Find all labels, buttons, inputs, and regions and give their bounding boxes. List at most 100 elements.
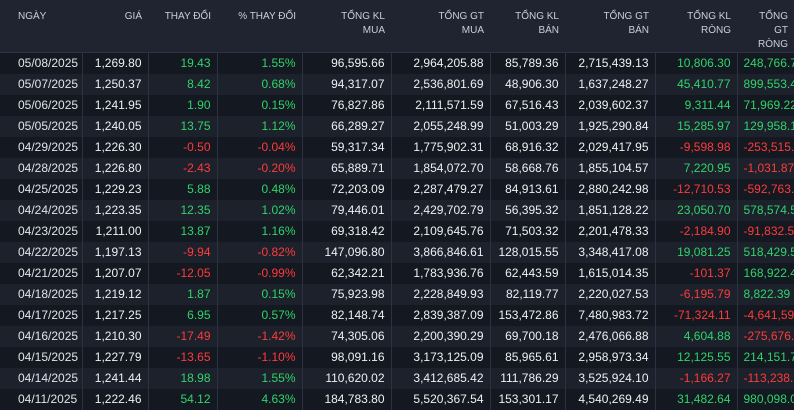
price-cell: 1,240.05 bbox=[82, 116, 148, 137]
net-volume-cell: 4,604.88 bbox=[655, 326, 737, 347]
net-volume-cell: 15,285.97 bbox=[655, 116, 737, 137]
sell-volume-cell: 67,516.43 bbox=[490, 95, 565, 116]
table-row[interactable]: 05/07/20251,250.378.420.68%94,317.072,53… bbox=[0, 74, 794, 95]
date-cell: 05/05/2025 bbox=[0, 116, 82, 137]
buy-volume-cell: 96,595.66 bbox=[302, 53, 391, 75]
date-cell: 04/24/2025 bbox=[0, 200, 82, 221]
price-cell: 1,250.37 bbox=[82, 74, 148, 95]
header-label: NGÀY bbox=[18, 11, 46, 22]
price-cell: 1,241.44 bbox=[82, 368, 148, 389]
net-value-cell: -91,832.57 bbox=[737, 221, 794, 242]
net-value-cell: 578,574.57 bbox=[737, 200, 794, 221]
table-row[interactable]: 04/21/20251,207.07-12.05-0.99%62,342.211… bbox=[0, 263, 794, 284]
buy-value-cell: 2,964,205.88 bbox=[391, 53, 490, 75]
column-header-sell-volume[interactable]: TỔNG KLBÁN bbox=[490, 0, 565, 53]
table-row[interactable]: 04/29/20251,226.30-0.50-0.04%59,317.341,… bbox=[0, 137, 794, 158]
header-sublabel: MUA bbox=[462, 25, 484, 36]
table-header-row: NGÀY GIÁ THAY ĐỔI % THAY ĐỔI TỔNG KLMUA … bbox=[0, 0, 794, 53]
net-value-cell: 899,553.42 bbox=[737, 74, 794, 95]
table-row[interactable]: 04/23/20251,211.0013.871.16%69,318.422,1… bbox=[0, 221, 794, 242]
pct-change-cell: 0.57% bbox=[217, 305, 302, 326]
sell-value-cell: 1,851,128.22 bbox=[565, 200, 655, 221]
net-volume-cell: -101.37 bbox=[655, 263, 737, 284]
column-header-change[interactable]: THAY ĐỔI bbox=[148, 0, 217, 53]
buy-value-cell: 2,287,479.27 bbox=[391, 179, 490, 200]
buy-volume-cell: 59,317.34 bbox=[302, 137, 391, 158]
date-cell: 04/16/2025 bbox=[0, 326, 82, 347]
table-row[interactable]: 04/15/20251,227.79-13.65-1.10%98,091.163… bbox=[0, 347, 794, 368]
net-value-cell: 8,822.39 bbox=[737, 284, 794, 305]
sell-value-cell: 2,958,973.34 bbox=[565, 347, 655, 368]
column-header-sell-value[interactable]: TỔNG GTBÁN bbox=[565, 0, 655, 53]
header-label: THAY ĐỔI bbox=[165, 11, 211, 22]
sell-value-cell: 3,348,417.08 bbox=[565, 242, 655, 263]
net-volume-cell: -12,710.53 bbox=[655, 179, 737, 200]
change-cell: 1.90 bbox=[148, 95, 217, 116]
table-row[interactable]: 04/16/20251,210.30-17.49-1.42%74,305.062… bbox=[0, 326, 794, 347]
pct-change-cell: -1.42% bbox=[217, 326, 302, 347]
table-row[interactable]: 05/06/20251,241.951.900.15%76,827.862,11… bbox=[0, 95, 794, 116]
date-cell: 04/14/2025 bbox=[0, 368, 82, 389]
table-row[interactable]: 05/05/20251,240.0513.751.12%66,289.272,0… bbox=[0, 116, 794, 137]
column-header-buy-value[interactable]: TỔNG GTMUA bbox=[391, 0, 490, 53]
column-header-net-value[interactable]: TỔNG GTRÒNG bbox=[737, 0, 794, 53]
pct-change-cell: 0.68% bbox=[217, 74, 302, 95]
net-volume-cell: 9,311.44 bbox=[655, 95, 737, 116]
sell-volume-cell: 69,700.18 bbox=[490, 326, 565, 347]
table-row[interactable]: 04/25/20251,229.235.880.48%72,203.092,28… bbox=[0, 179, 794, 200]
sell-value-cell: 1,925,290.84 bbox=[565, 116, 655, 137]
buy-value-cell: 2,200,390.29 bbox=[391, 326, 490, 347]
change-cell: -12.05 bbox=[148, 263, 217, 284]
date-cell: 04/23/2025 bbox=[0, 221, 82, 242]
date-cell: 04/18/2025 bbox=[0, 284, 82, 305]
sell-value-cell: 2,220,027.53 bbox=[565, 284, 655, 305]
net-value-cell: -4,641,596.63 bbox=[737, 305, 794, 326]
buy-value-cell: 1,854,072.70 bbox=[391, 158, 490, 179]
net-volume-cell: -2,184.90 bbox=[655, 221, 737, 242]
change-cell: 18.98 bbox=[148, 368, 217, 389]
table-row[interactable]: 04/18/20251,219.121.870.15%75,923.982,22… bbox=[0, 284, 794, 305]
sell-volume-cell: 71,503.32 bbox=[490, 221, 565, 242]
column-header-price[interactable]: GIÁ bbox=[82, 0, 148, 53]
change-cell: 8.42 bbox=[148, 74, 217, 95]
price-cell: 1,210.30 bbox=[82, 326, 148, 347]
sell-value-cell: 1,637,248.27 bbox=[565, 74, 655, 95]
table-row[interactable]: 04/22/20251,197.13-9.94-0.82%147,096.803… bbox=[0, 242, 794, 263]
price-cell: 1,207.07 bbox=[82, 263, 148, 284]
header-label: TỔNG KL bbox=[687, 11, 731, 22]
price-cell: 1,227.79 bbox=[82, 347, 148, 368]
pct-change-cell: 0.15% bbox=[217, 284, 302, 305]
table-row[interactable]: 04/17/20251,217.256.950.57%82,148.742,83… bbox=[0, 305, 794, 326]
header-sublabel: RÒNG bbox=[758, 39, 788, 50]
sell-value-cell: 2,880,242.98 bbox=[565, 179, 655, 200]
change-cell: 12.35 bbox=[148, 200, 217, 221]
header-sublabel: MUA bbox=[363, 25, 385, 36]
sell-value-cell: 2,715,439.13 bbox=[565, 53, 655, 75]
table-row[interactable]: 04/24/20251,223.3512.351.02%79,446.012,4… bbox=[0, 200, 794, 221]
date-cell: 04/21/2025 bbox=[0, 263, 82, 284]
header-sublabel: RÒNG bbox=[701, 25, 731, 36]
price-cell: 1,226.30 bbox=[82, 137, 148, 158]
net-value-cell: 168,922.42 bbox=[737, 263, 794, 284]
sell-volume-cell: 84,913.61 bbox=[490, 179, 565, 200]
sell-volume-cell: 128,015.55 bbox=[490, 242, 565, 263]
net-value-cell: 214,151.75 bbox=[737, 347, 794, 368]
pct-change-cell: -1.10% bbox=[217, 347, 302, 368]
table-row[interactable]: 04/14/20251,241.4418.981.55%110,620.023,… bbox=[0, 368, 794, 389]
buy-value-cell: 2,111,571.59 bbox=[391, 95, 490, 116]
column-header-date[interactable]: NGÀY bbox=[0, 0, 82, 53]
net-volume-cell: -6,195.79 bbox=[655, 284, 737, 305]
sell-volume-cell: 48,906.30 bbox=[490, 74, 565, 95]
pct-change-cell: 0.15% bbox=[217, 95, 302, 116]
table-row[interactable]: 04/28/20251,226.80-2.43-0.20%65,889.711,… bbox=[0, 158, 794, 179]
net-volume-cell: 12,125.55 bbox=[655, 347, 737, 368]
column-header-net-volume[interactable]: TỔNG KL RÒNG bbox=[655, 0, 737, 53]
net-volume-cell: -1,166.27 bbox=[655, 368, 737, 389]
sell-volume-cell: 82,119.77 bbox=[490, 284, 565, 305]
table-row[interactable]: 05/08/20251,269.8019.431.55%96,595.662,9… bbox=[0, 53, 794, 75]
buy-volume-cell: 98,091.16 bbox=[302, 347, 391, 368]
net-value-cell: -253,515.63 bbox=[737, 137, 794, 158]
column-header-pct-change[interactable]: % THAY ĐỔI bbox=[217, 0, 302, 53]
column-header-buy-volume[interactable]: TỔNG KLMUA bbox=[302, 0, 391, 53]
buy-value-cell: 3,412,685.42 bbox=[391, 368, 490, 389]
